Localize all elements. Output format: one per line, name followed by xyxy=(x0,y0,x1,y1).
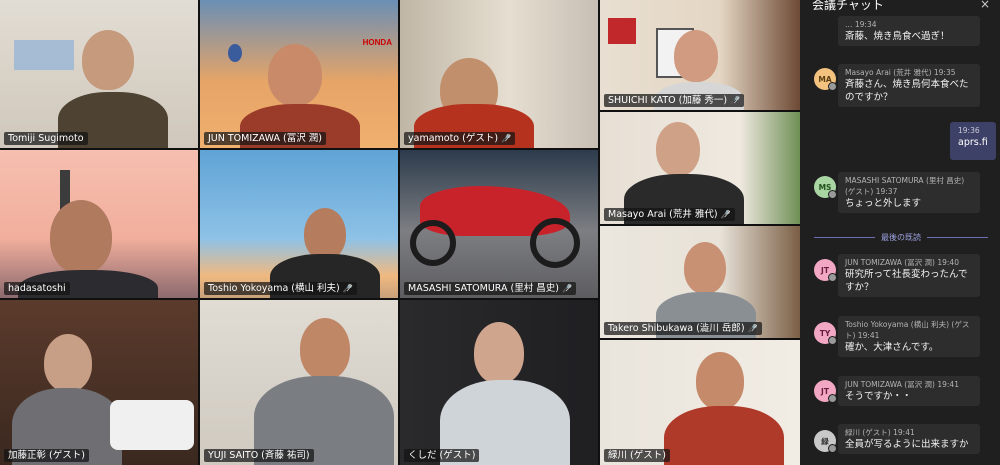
message-text: 研究所って社長変わったんですか？ xyxy=(845,269,968,293)
video-tile[interactable]: 緑川 (ゲスト) xyxy=(600,340,800,465)
participant-silhouette xyxy=(268,44,322,106)
my-chat-message: 19:36 aprs.fi xyxy=(950,122,996,160)
video-tile[interactable]: SHUICHI KATO (加藤 秀一) 🎤̸ xyxy=(600,0,800,110)
message-meta: 緑川 (ゲスト) 19:41 xyxy=(845,428,915,437)
participant-silhouette xyxy=(50,200,112,274)
chat-message: JUN TOMIZAWA (冨沢 潤) 19:41 そうですか・・ xyxy=(838,376,980,406)
chat-message: Masayo Arai (荒井 雅代) 19:35 斉藤さん、焼き鳥何本食べたの… xyxy=(838,64,980,107)
video-tile[interactable]: HONDA JUN TOMIZAWA (冨沢 潤) xyxy=(200,0,398,148)
chat-message: 緑川 (ゲスト) 19:41 全員が写るように出来ますか xyxy=(838,424,980,454)
participant-name-label: MASASHI SATOMURA (里村 昌史) 🎤̸ xyxy=(404,282,576,295)
video-tile[interactable]: Toshio Yokoyama (横山 利夫) 🎤̸ xyxy=(200,150,398,298)
video-tile[interactable]: くしだ (ゲスト) xyxy=(400,300,598,465)
participant-name-label: Toshio Yokoyama (横山 利夫) 🎤̸ xyxy=(204,282,357,295)
participant-name-label: JUN TOMIZAWA (冨沢 潤) xyxy=(204,132,326,145)
avatar[interactable]: MS xyxy=(814,176,837,199)
message-text: ちょっと外します xyxy=(845,198,922,209)
mic-off-icon: 🎤̸ xyxy=(342,284,353,293)
participant-silhouette xyxy=(474,322,524,384)
participant-silhouette xyxy=(656,122,700,176)
participant-silhouette xyxy=(664,406,784,465)
participant-name-label: Tomiji Sugimoto xyxy=(4,132,88,145)
avatar[interactable]: JT xyxy=(814,259,837,282)
mic-off-icon: 🎤̸ xyxy=(730,96,741,105)
participant-name-label: YUJI SAITO (斉藤 祐司) xyxy=(204,449,314,462)
message-text: 確か、大津さんです。 xyxy=(845,342,939,353)
participant-name-label: くしだ (ゲスト) xyxy=(404,449,480,462)
mic-off-icon: 🎤̸ xyxy=(720,210,731,219)
video-tile[interactable]: MASASHI SATOMURA (里村 昌史) 🎤̸ xyxy=(400,150,598,298)
participant-silhouette xyxy=(300,318,350,380)
video-tile[interactable]: Takero Shibukawa (澁川 岳郎) 🎤̸ xyxy=(600,226,800,338)
message-meta: MASASHI SATOMURA (里村 昌史) (ゲスト) 19:37 xyxy=(845,176,965,196)
mic-off-icon: 🎤̸ xyxy=(747,324,758,333)
avatar[interactable]: MA xyxy=(814,68,837,91)
participant-name-label: Takero Shibukawa (澁川 岳郎) 🎤̸ xyxy=(604,322,762,335)
message-text: 斉藤さん、焼き鳥何本食べたのですか？ xyxy=(845,79,969,103)
participant-name-label: yamamoto (ゲスト) 🎤̸ xyxy=(404,132,516,145)
participant-silhouette xyxy=(304,208,346,260)
chat-message: JUN TOMIZAWA (冨沢 潤) 19:40 研究所って社長変わったんです… xyxy=(838,254,980,297)
participant-silhouette xyxy=(696,352,744,410)
divider-label: 最後の既読 xyxy=(881,232,921,242)
chat-message: MASASHI SATOMURA (里村 昌史) (ゲスト) 19:37 ちょっ… xyxy=(838,172,980,213)
message-meta: JUN TOMIZAWA (冨沢 潤) 19:41 xyxy=(845,380,959,389)
close-icon[interactable]: × xyxy=(980,0,990,11)
participant-silhouette xyxy=(82,30,134,90)
video-tile[interactable]: Tomiji Sugimoto xyxy=(0,0,198,148)
message-text: aprs.fi xyxy=(958,137,988,148)
message-time: 19:36 xyxy=(958,126,980,135)
video-tile[interactable]: Masayo Arai (荒井 雅代) 🎤̸ xyxy=(600,112,800,224)
video-tile[interactable]: yamamoto (ゲスト) 🎤̸ xyxy=(400,0,598,148)
participant-name-label: Masayo Arai (荒井 雅代) 🎤̸ xyxy=(604,208,735,221)
mic-off-icon: 🎤̸ xyxy=(561,284,572,293)
participant-silhouette xyxy=(44,334,92,392)
message-text: 斎藤、焼き鳥食べ過ぎ！ xyxy=(845,31,950,42)
participant-silhouette xyxy=(674,30,718,82)
participant-name-label: hadasatoshi xyxy=(4,282,70,295)
message-text: そうですか・・ xyxy=(845,391,912,402)
participant-name-label: 加藤正彰 (ゲスト) xyxy=(4,449,89,462)
video-tile[interactable]: YUJI SAITO (斉藤 祐司) xyxy=(200,300,398,465)
meeting-chat-panel: 会議チャット × … 19:34 斎藤、焼き鳥食べ過ぎ！ MA Masayo A… xyxy=(800,0,1000,465)
participant-name-label: SHUICHI KATO (加藤 秀一) 🎤̸ xyxy=(604,94,745,107)
message-meta: … 19:34 xyxy=(845,20,877,29)
avatar[interactable]: 緑 xyxy=(814,430,837,453)
video-tile[interactable]: hadasatoshi xyxy=(0,150,198,298)
message-meta: Toshio Yokoyama (横山 利夫) (ゲスト) 19:41 xyxy=(845,320,970,340)
message-meta: JUN TOMIZAWA (冨沢 潤) 19:40 xyxy=(845,258,959,267)
message-meta: Masayo Arai (荒井 雅代) 19:35 xyxy=(845,68,956,77)
video-tile[interactable]: 加藤正彰 (ゲスト) xyxy=(0,300,198,465)
chat-message: Toshio Yokoyama (横山 利夫) (ゲスト) 19:41 確か、大… xyxy=(838,316,980,357)
mic-off-icon: 🎤̸ xyxy=(501,134,512,143)
avatar[interactable]: JT xyxy=(814,380,837,403)
chat-message: … 19:34 斎藤、焼き鳥食べ過ぎ！ xyxy=(838,16,980,46)
avatar[interactable]: TY xyxy=(814,322,837,345)
message-text: 全員が写るように出来ますか xyxy=(845,439,969,450)
last-read-divider: 最後の既読 xyxy=(814,232,988,242)
participant-name-label: 緑川 (ゲスト) xyxy=(604,449,670,462)
video-grid: Tomiji Sugimoto HONDA JUN TOMIZAWA (冨沢 潤… xyxy=(0,0,800,465)
participant-silhouette xyxy=(684,242,726,294)
chat-title: 会議チャット xyxy=(812,0,884,12)
